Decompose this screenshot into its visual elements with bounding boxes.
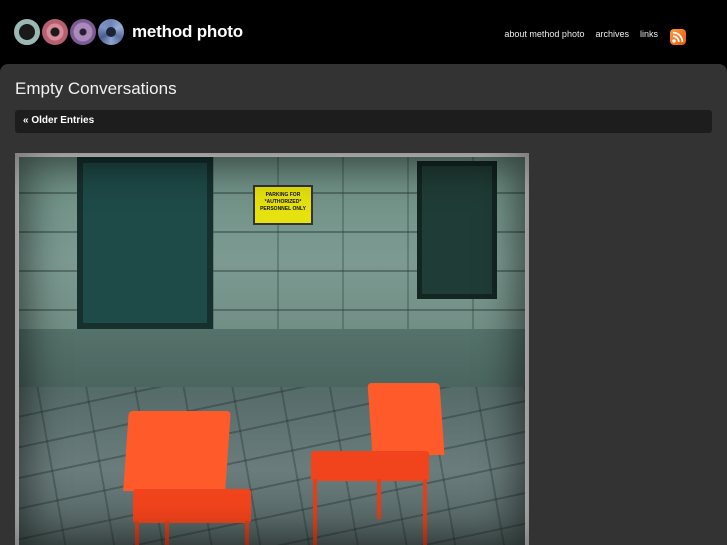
post-title[interactable]: Empty Conversations <box>15 79 177 99</box>
photo-window <box>417 161 497 299</box>
photo-door <box>77 157 213 329</box>
site-logo[interactable]: method photo <box>14 17 243 47</box>
post-navigation-bar: « Older Entries <box>15 110 712 133</box>
photo-tiles <box>19 387 525 545</box>
post-photo[interactable]: PARKING FOR *AUTHORIZED* PERSONNEL ONLY <box>15 153 529 545</box>
logo-text[interactable]: method photo <box>132 22 243 42</box>
aperture-icon-4 <box>98 19 124 45</box>
older-entries-link[interactable]: « Older Entries <box>23 115 94 126</box>
nav-archives-link[interactable]: archives <box>595 29 629 39</box>
aperture-icon-1 <box>14 19 40 45</box>
main-content: Empty Conversations « Older Entries PARK… <box>0 64 727 545</box>
rss-icon[interactable] <box>670 29 686 45</box>
aperture-icon-3 <box>70 19 96 45</box>
photo-wall-base <box>19 329 525 387</box>
aperture-icon-2 <box>42 19 68 45</box>
nav-links-link[interactable]: links <box>640 29 658 39</box>
photo-parking-sign: PARKING FOR *AUTHORIZED* PERSONNEL ONLY <box>253 185 313 225</box>
main-nav: about method photo archives links <box>504 29 658 39</box>
site-header: method photo about method photo archives… <box>0 0 727 64</box>
nav-about-link[interactable]: about method photo <box>504 29 584 39</box>
